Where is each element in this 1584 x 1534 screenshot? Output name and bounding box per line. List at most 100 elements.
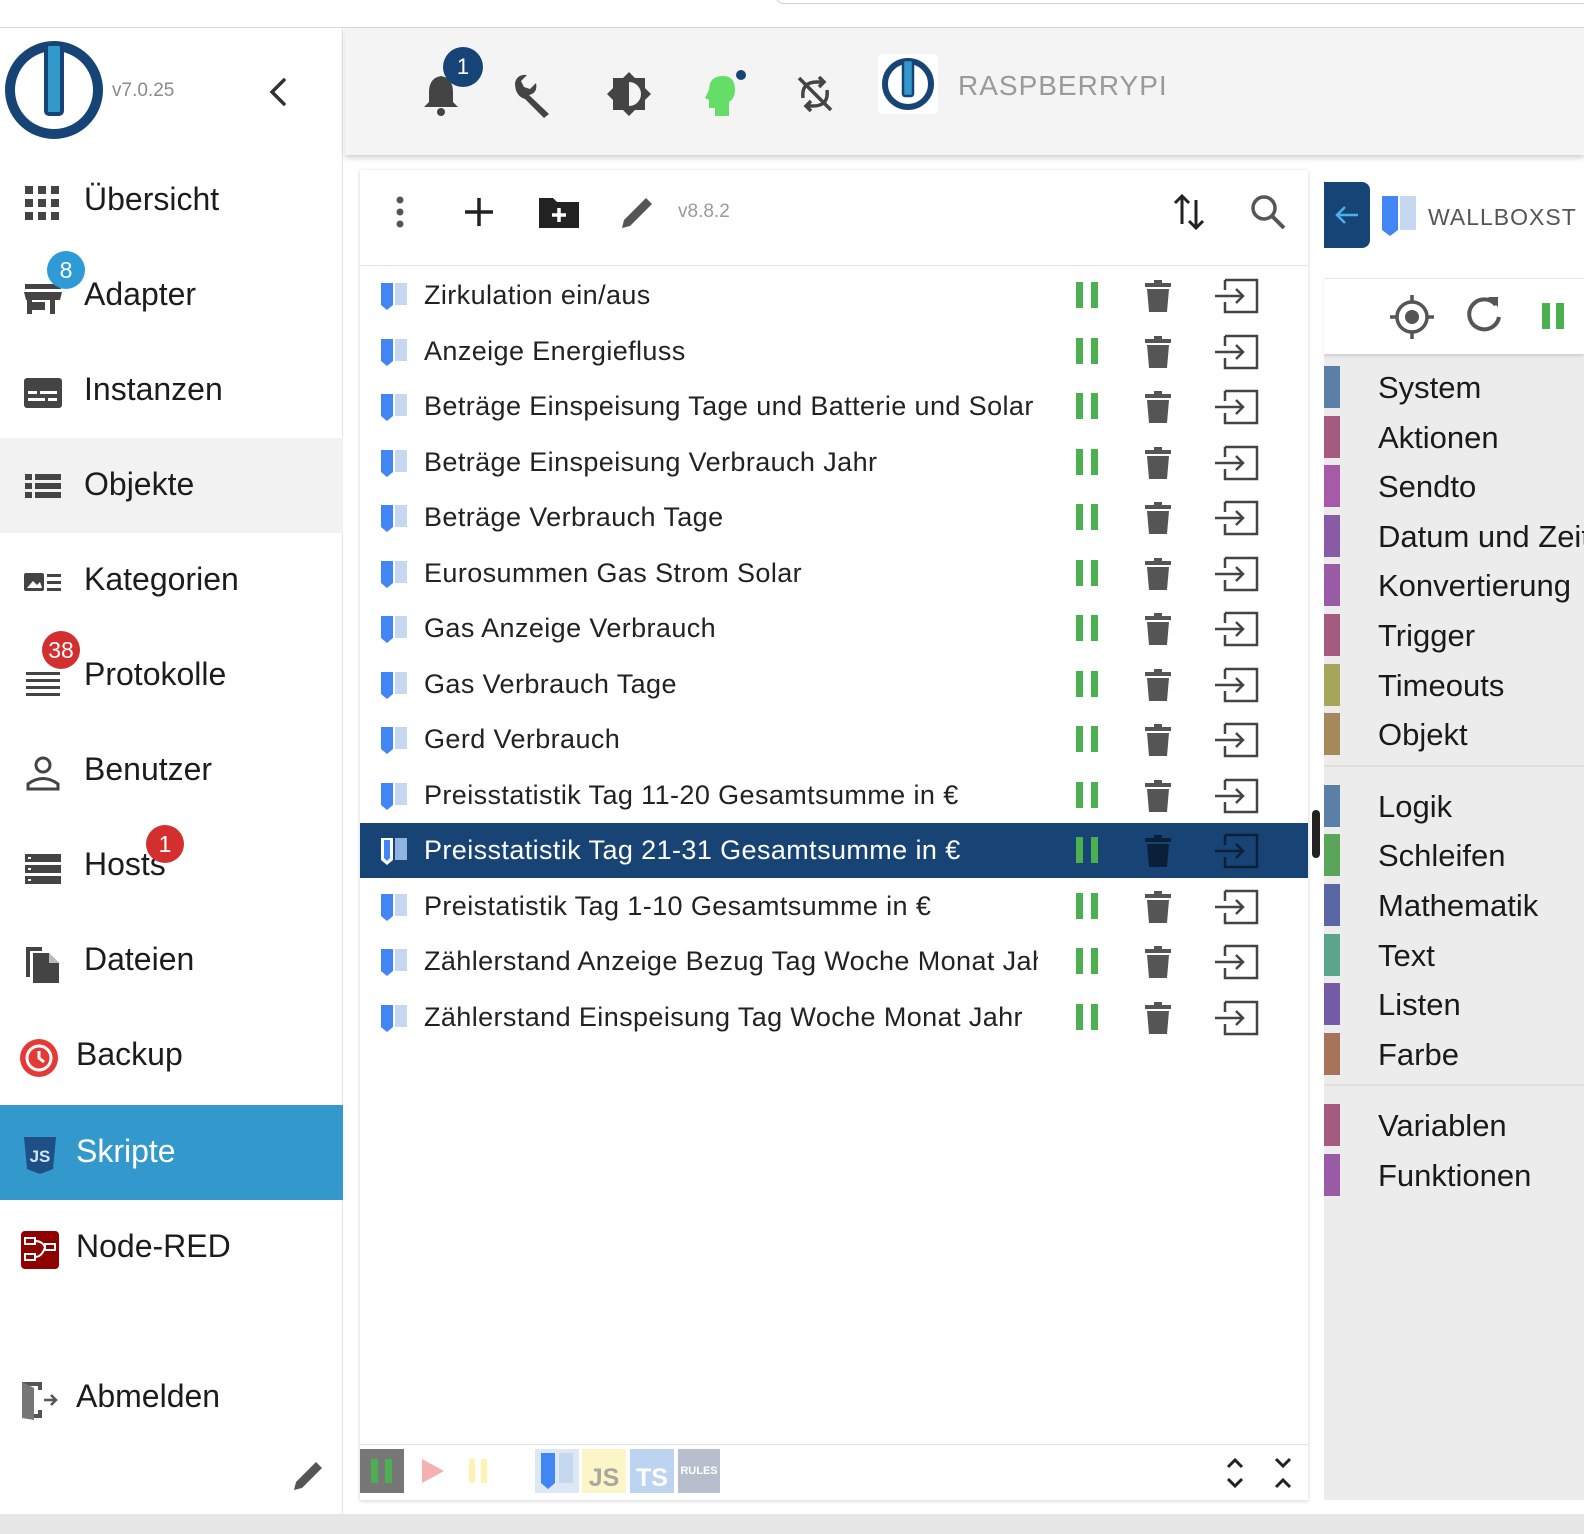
delete-icon[interactable]	[1143, 279, 1173, 313]
toolbox-category[interactable]: Logik	[1324, 784, 1584, 833]
toolbox-category[interactable]: Aktionen	[1324, 415, 1584, 464]
delete-icon[interactable]	[1143, 390, 1173, 424]
more-vert-icon[interactable]	[378, 190, 422, 234]
expert-mode-icon[interactable]	[695, 68, 747, 120]
filter-paused-icon[interactable]	[464, 1455, 494, 1487]
script-row[interactable]: Zählerstand Einspeisung Tag Woche Monat …	[360, 990, 1308, 1045]
script-row[interactable]: Preisstatistik Tag 11-20 Gesamtsumme in …	[360, 768, 1308, 823]
pause-icon[interactable]	[1074, 391, 1102, 421]
script-row[interactable]: Beträge Verbrauch Tage	[360, 490, 1308, 545]
toolbox-category[interactable]: Schleifen	[1324, 834, 1584, 882]
pause-icon[interactable]	[1074, 780, 1102, 810]
toolbox-category[interactable]: Text	[1324, 933, 1584, 982]
delete-icon[interactable]	[1143, 557, 1173, 591]
export-icon[interactable]	[1213, 667, 1259, 703]
pause-icon[interactable]	[1074, 946, 1102, 976]
delete-icon[interactable]	[1143, 446, 1173, 480]
nav-adapter[interactable]: 8 Adapter	[0, 248, 343, 343]
export-icon[interactable]	[1213, 778, 1259, 814]
filter-rules-button[interactable]: RULES	[678, 1449, 720, 1493]
nav-node-red[interactable]: Node-RED	[0, 1200, 343, 1295]
script-row[interactable]: Zirkulation ein/aus	[360, 268, 1308, 323]
filter-ts-button[interactable]: TS	[630, 1449, 674, 1493]
sync-off-icon[interactable]	[789, 68, 841, 120]
search-icon[interactable]	[1246, 190, 1290, 234]
pause-icon[interactable]	[1074, 502, 1102, 532]
splitter-handle[interactable]	[1312, 810, 1320, 858]
edit-menu-icon[interactable]	[288, 1456, 328, 1496]
toolbox-category[interactable]: Datum und Zeit	[1324, 514, 1584, 563]
filter-running-icon[interactable]	[360, 1449, 404, 1493]
delete-icon[interactable]	[1143, 1001, 1173, 1035]
toolbox-category[interactable]: Farbe	[1324, 1032, 1584, 1081]
export-icon[interactable]	[1213, 445, 1259, 481]
toolbox-category[interactable]: Trigger	[1324, 614, 1584, 662]
delete-icon[interactable]	[1143, 890, 1173, 924]
nav-objects[interactable]: Objekte	[0, 438, 343, 533]
script-row[interactable]: Eurosummen Gas Strom Solar	[360, 546, 1308, 601]
url-bar[interactable]	[775, 0, 1584, 4]
add-script-icon[interactable]	[457, 190, 501, 234]
script-row[interactable]: Gas Verbrauch Tage	[360, 657, 1308, 712]
collapse-all-icon[interactable]	[1268, 1453, 1298, 1493]
toolbox-category[interactable]: Konvertierung	[1324, 564, 1584, 612]
pause-icon[interactable]	[1074, 669, 1102, 699]
delete-icon[interactable]	[1143, 834, 1173, 868]
export-icon[interactable]	[1213, 833, 1259, 869]
export-icon[interactable]	[1213, 556, 1259, 592]
toolbox-category[interactable]: Mathematik	[1324, 884, 1584, 932]
nav-instances[interactable]: Instanzen	[0, 343, 343, 438]
export-icon[interactable]	[1213, 889, 1259, 925]
filter-js-button[interactable]: JS	[582, 1449, 626, 1493]
pause-icon[interactable]	[1074, 447, 1102, 477]
script-row[interactable]: Preistatistik Tag 1-10 Gesamtsumme in €	[360, 879, 1308, 934]
toolbox-category[interactable]: Objekt	[1324, 713, 1584, 761]
restart-icon[interactable]	[1462, 293, 1506, 337]
pause-icon[interactable]	[1074, 558, 1102, 588]
script-row[interactable]: Gas Anzeige Verbrauch	[360, 601, 1308, 656]
nav-users[interactable]: Benutzer	[0, 723, 343, 818]
pause-icon[interactable]	[1074, 1002, 1102, 1032]
collapse-sidebar-icon[interactable]	[262, 72, 298, 112]
script-row[interactable]: Zählerstand Anzeige Bezug Tag Woche Mona…	[360, 934, 1308, 989]
pause-icon[interactable]	[1074, 835, 1102, 865]
back-button[interactable]	[1324, 182, 1370, 248]
delete-icon[interactable]	[1143, 779, 1173, 813]
nav-overview[interactable]: Übersicht	[0, 153, 343, 248]
export-icon[interactable]	[1213, 1000, 1259, 1036]
editor-tab-title[interactable]: WALLBOXST	[1428, 204, 1577, 231]
export-icon[interactable]	[1213, 334, 1259, 370]
nav-logout[interactable]: Abmelden	[0, 1350, 343, 1445]
pause-icon[interactable]	[1074, 280, 1102, 310]
export-icon[interactable]	[1213, 944, 1259, 980]
delete-icon[interactable]	[1143, 612, 1173, 646]
delete-icon[interactable]	[1143, 945, 1173, 979]
pause-icon[interactable]	[1074, 724, 1102, 754]
edit-icon[interactable]	[616, 190, 660, 234]
delete-icon[interactable]	[1143, 723, 1173, 757]
export-icon[interactable]	[1213, 278, 1259, 314]
pause-icon[interactable]	[1074, 613, 1102, 643]
delete-icon[interactable]	[1143, 335, 1173, 369]
filter-play-icon[interactable]	[418, 1455, 448, 1487]
export-icon[interactable]	[1213, 722, 1259, 758]
nav-hosts[interactable]: Hosts 1	[0, 818, 343, 913]
toolbox-category[interactable]: Timeouts	[1324, 663, 1584, 712]
export-icon[interactable]	[1213, 500, 1259, 536]
nav-files[interactable]: Dateien	[0, 913, 343, 1008]
toolbox-category[interactable]: Listen	[1324, 983, 1584, 1031]
filter-blockly-icon[interactable]	[535, 1449, 579, 1493]
script-row[interactable]: Anzeige Energiefluss	[360, 324, 1308, 379]
theme-toggle-icon[interactable]	[603, 68, 655, 120]
sort-icon[interactable]	[1168, 190, 1212, 234]
delete-icon[interactable]	[1143, 668, 1173, 702]
toolbox-category[interactable]: Variablen	[1324, 1104, 1584, 1152]
wrench-icon[interactable]	[507, 68, 559, 120]
add-folder-icon[interactable]	[537, 190, 581, 234]
script-row-selected[interactable]: Preisstatistik Tag 21-31 Gesamtsumme in …	[360, 823, 1308, 878]
toolbox-category[interactable]: Sendto	[1324, 465, 1584, 513]
toolbox-category[interactable]: Funktionen	[1324, 1154, 1584, 1202]
script-row[interactable]: Beträge Einspeisung Tage und Batterie un…	[360, 379, 1308, 434]
pause-icon[interactable]	[1074, 891, 1102, 921]
expand-all-icon[interactable]	[1220, 1453, 1250, 1493]
